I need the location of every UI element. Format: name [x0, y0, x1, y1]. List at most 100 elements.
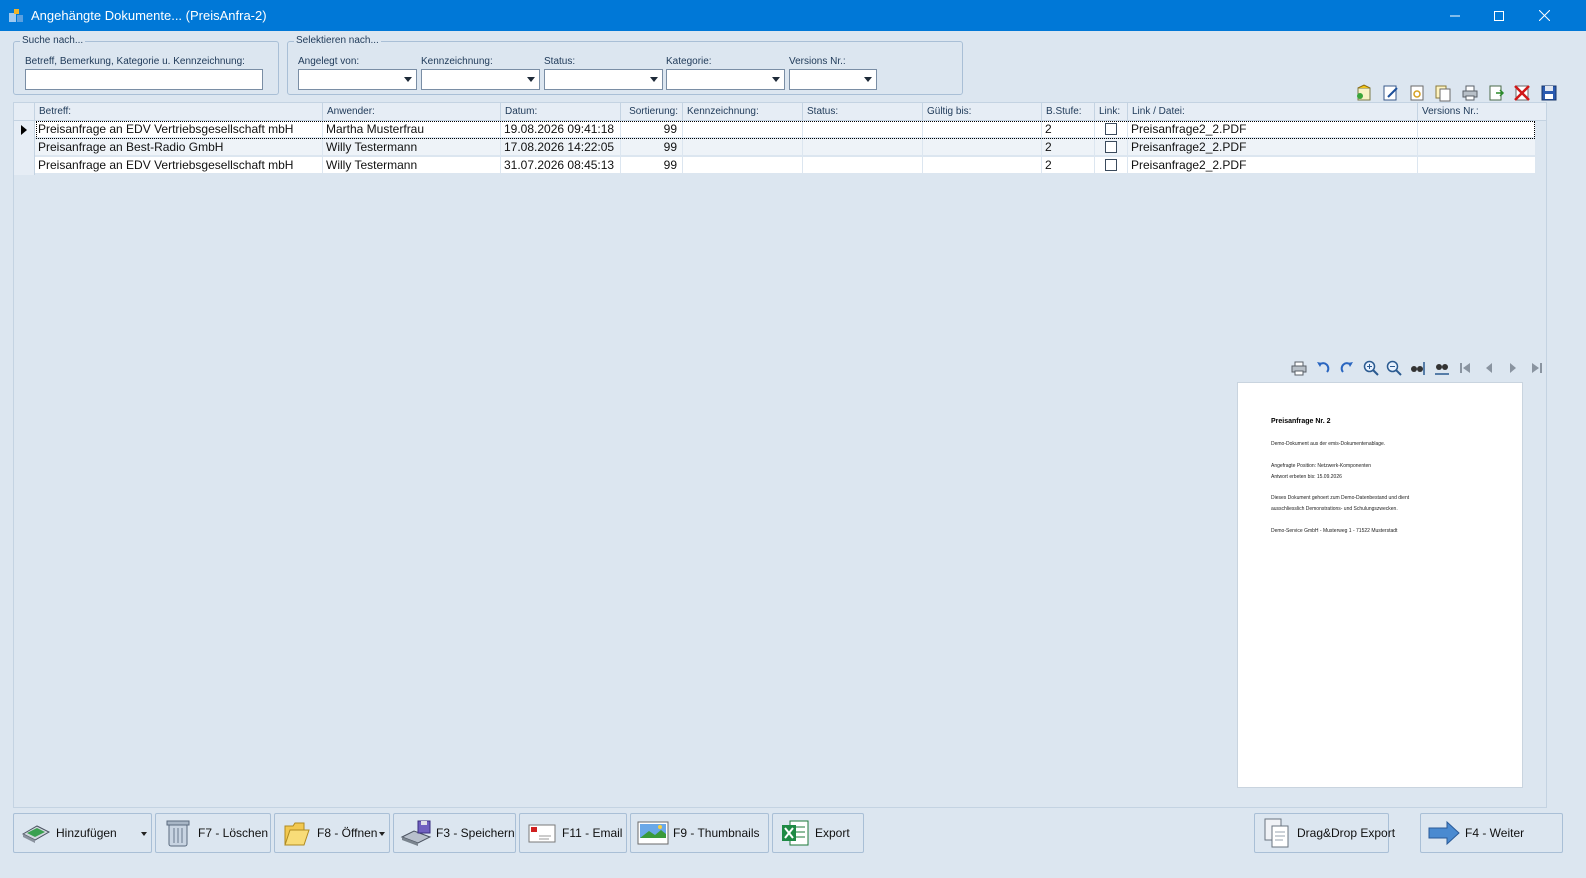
- row-selector[interactable]: [14, 157, 35, 175]
- close-button[interactable]: [1521, 0, 1567, 31]
- cell-gueltig[interactable]: [923, 139, 1042, 156]
- cell-kennzeichnung[interactable]: [683, 157, 803, 174]
- dropdown-arrow-icon[interactable]: [379, 832, 385, 836]
- header-kennzeichnung[interactable]: Kennzeichnung:: [683, 103, 803, 121]
- save-button[interactable]: [1539, 83, 1559, 103]
- header-status[interactable]: Status:: [803, 103, 923, 121]
- row-selector[interactable]: [14, 121, 35, 139]
- link-checkbox[interactable]: [1105, 122, 1117, 135]
- cell-link[interactable]: [1095, 139, 1128, 156]
- cell-version[interactable]: [1418, 157, 1536, 174]
- cell-bstufe[interactable]: 2: [1042, 121, 1095, 138]
- cell-status[interactable]: [803, 157, 923, 174]
- rotate-right-button[interactable]: [1337, 358, 1357, 378]
- cell-kennzeichnung[interactable]: [683, 139, 803, 156]
- cell-betreff[interactable]: Preisanfrage an EDV Vertriebsgesellschaf…: [35, 157, 323, 174]
- filter-version-combo[interactable]: [789, 69, 877, 90]
- rotate-left-button[interactable]: [1313, 358, 1333, 378]
- header-bstufe[interactable]: B.Stufe:: [1042, 103, 1095, 121]
- header-gueltig[interactable]: Gültig bis:: [923, 103, 1042, 121]
- chevron-down-icon[interactable]: [399, 70, 416, 89]
- cell-sortierung[interactable]: 99: [621, 121, 683, 138]
- delete-document-button[interactable]: F7 - Löschen: [155, 813, 271, 853]
- header-version[interactable]: Versions Nr.:: [1418, 103, 1536, 121]
- cell-gueltig[interactable]: [923, 157, 1042, 174]
- minimize-button[interactable]: [1432, 0, 1478, 31]
- chevron-down-icon[interactable]: [859, 70, 876, 89]
- viewer-print-button[interactable]: [1289, 358, 1309, 378]
- header-datei[interactable]: Link / Datei:: [1128, 103, 1418, 121]
- open-button[interactable]: F8 - Öffnen: [274, 813, 390, 853]
- cell-datei[interactable]: Preisanfrage2_2.PDF: [1128, 157, 1418, 174]
- filter-status-combo[interactable]: [544, 69, 663, 90]
- link-checkbox[interactable]: [1105, 158, 1117, 171]
- cell-anwender[interactable]: Martha Musterfrau: [323, 121, 501, 138]
- first-page-button[interactable]: [1455, 358, 1475, 378]
- header-datum[interactable]: Datum:: [501, 103, 621, 121]
- next-button[interactable]: F4 - Weiter: [1420, 813, 1563, 853]
- cell-sortierung[interactable]: 99: [621, 157, 683, 174]
- next-page-button[interactable]: [1503, 358, 1523, 378]
- cell-betreff[interactable]: Preisanfrage an EDV Vertriebsgesellschaf…: [35, 121, 323, 138]
- cell-status[interactable]: [803, 139, 923, 156]
- search-legend: Suche nach...: [20, 35, 86, 46]
- cell-datum[interactable]: 17.08.2026 14:22:05: [501, 139, 621, 156]
- last-page-button[interactable]: [1527, 358, 1547, 378]
- table-row[interactable]: Preisanfrage an EDV Vertriebsgesellschaf…: [14, 157, 1546, 175]
- edit-button[interactable]: [1381, 83, 1401, 103]
- zoom-in-button[interactable]: [1361, 358, 1381, 378]
- header-anwender[interactable]: Anwender:: [323, 103, 501, 121]
- cell-anwender[interactable]: Willy Testermann: [323, 139, 501, 156]
- export-excel-button[interactable]: Export: [772, 813, 864, 853]
- cell-bstufe[interactable]: 2: [1042, 157, 1095, 174]
- header-betreff[interactable]: Betreff:: [35, 103, 323, 121]
- chevron-down-icon[interactable]: [645, 70, 662, 89]
- dragdrop-export-button[interactable]: Drag&Drop Export: [1254, 813, 1395, 853]
- thumbnails-button-label: F9 - Thumbnails: [673, 826, 760, 840]
- cell-status[interactable]: [803, 121, 923, 138]
- table-row[interactable]: Preisanfrage an Best-Radio GmbH Willy Te…: [14, 139, 1546, 157]
- cell-bstufe[interactable]: 2: [1042, 139, 1095, 156]
- cell-datei[interactable]: Preisanfrage2_2.PDF: [1128, 121, 1418, 138]
- print-button[interactable]: [1460, 83, 1480, 103]
- cell-betreff[interactable]: Preisanfrage an Best-Radio GmbH: [35, 139, 323, 156]
- cell-datum[interactable]: 19.08.2026 09:41:18: [501, 121, 621, 138]
- thumbnails-button[interactable]: F9 - Thumbnails: [630, 813, 769, 853]
- cell-link[interactable]: [1095, 157, 1128, 174]
- export-button[interactable]: [1486, 83, 1506, 103]
- refresh-button[interactable]: [1407, 83, 1427, 103]
- cell-version[interactable]: [1418, 121, 1536, 138]
- maximize-button[interactable]: [1476, 0, 1522, 31]
- row-selector[interactable]: [14, 139, 35, 157]
- delete-button[interactable]: [1512, 83, 1532, 103]
- cell-anwender[interactable]: Willy Testermann: [323, 157, 501, 174]
- cell-datei[interactable]: Preisanfrage2_2.PDF: [1128, 139, 1418, 156]
- chevron-down-icon[interactable]: [767, 70, 784, 89]
- save-document-button[interactable]: F3 - Speichern: [393, 813, 516, 853]
- search-input[interactable]: [25, 69, 263, 90]
- header-link[interactable]: Link:: [1095, 103, 1128, 121]
- new-document-button[interactable]: [1354, 83, 1374, 103]
- fit-width-button[interactable]: [1432, 358, 1452, 378]
- filter-kennzeichnung-combo[interactable]: [421, 69, 540, 90]
- filter-angelegt-combo[interactable]: [298, 69, 417, 90]
- cell-sortierung[interactable]: 99: [621, 139, 683, 156]
- add-button[interactable]: Hinzufügen: [13, 813, 152, 853]
- email-button[interactable]: F11 - Email: [519, 813, 627, 853]
- previous-page-button[interactable]: [1479, 358, 1499, 378]
- header-sortierung[interactable]: Sortierung:: [621, 103, 683, 121]
- link-checkbox[interactable]: [1105, 140, 1117, 153]
- zoom-out-button[interactable]: [1384, 358, 1404, 378]
- cell-datum[interactable]: 31.07.2026 08:45:13: [501, 157, 621, 174]
- copy-button[interactable]: [1433, 83, 1453, 103]
- cell-link[interactable]: [1095, 121, 1128, 138]
- cell-version[interactable]: [1418, 139, 1536, 156]
- table-row[interactable]: Preisanfrage an EDV Vertriebsgesellschaf…: [14, 121, 1546, 139]
- dropdown-arrow-icon[interactable]: [141, 832, 147, 836]
- cell-gueltig[interactable]: [923, 121, 1042, 138]
- fit-height-button[interactable]: [1408, 358, 1428, 378]
- filter-kategorie-combo[interactable]: [666, 69, 785, 90]
- document-preview[interactable]: Preisanfrage Nr. 2 Demo-Dokument aus der…: [1237, 382, 1523, 788]
- chevron-down-icon[interactable]: [522, 70, 539, 89]
- cell-kennzeichnung[interactable]: [683, 121, 803, 138]
